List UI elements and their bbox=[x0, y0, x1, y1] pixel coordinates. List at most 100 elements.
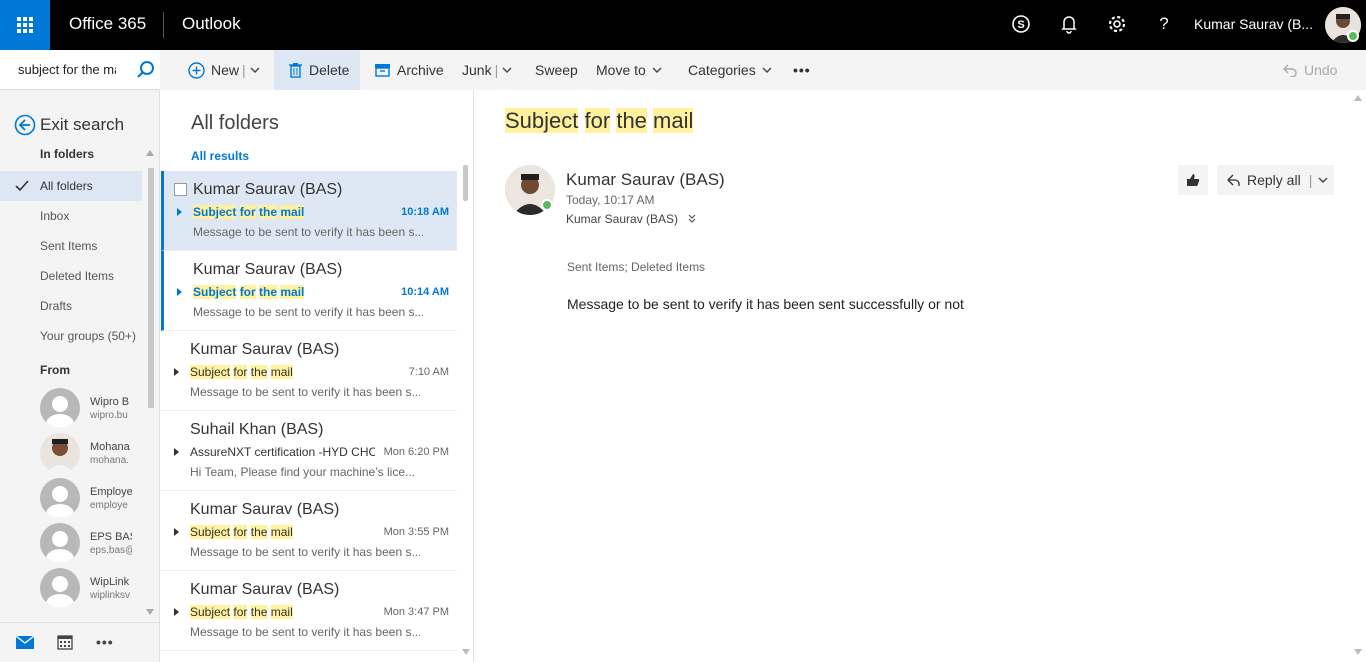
folder-your-groups[interactable]: Your groups (50+) bbox=[0, 321, 142, 351]
categories-label: Categories bbox=[688, 62, 756, 78]
folder-sent-items[interactable]: Sent Items bbox=[0, 231, 142, 261]
message-item[interactable]: Kumar Saurav (BAS) Subject for the mail … bbox=[161, 331, 457, 411]
categories-button[interactable]: Categories bbox=[688, 50, 778, 90]
reply-all-label: Reply all bbox=[1247, 172, 1301, 188]
message-sender: Kumar Saurav (BAS) bbox=[190, 501, 340, 518]
from-heading: From bbox=[40, 363, 70, 377]
scroll-up-icon[interactable] bbox=[146, 150, 154, 156]
more-modules-button[interactable]: ••• bbox=[96, 634, 114, 650]
archive-label: Archive bbox=[397, 62, 444, 78]
folder-all-folders[interactable]: All folders bbox=[0, 171, 142, 201]
user-name[interactable]: Kumar Saurav (B... bbox=[1194, 16, 1313, 32]
undo-label: Undo bbox=[1304, 62, 1338, 78]
sender-email: wipro.bu bbox=[90, 409, 128, 421]
sweep-button[interactable]: Sweep bbox=[535, 50, 578, 90]
message-subject: Subject for the mail bbox=[193, 285, 305, 299]
plus-circle-icon bbox=[188, 61, 205, 79]
reply-all-icon bbox=[1227, 174, 1240, 186]
message-subject: Subject for the mail bbox=[190, 605, 293, 619]
from-sender-item[interactable]: Mohana mohana. bbox=[40, 433, 132, 473]
scroll-down-icon[interactable] bbox=[146, 609, 154, 615]
message-item[interactable]: Kumar Saurav (BAS) Subject for the mail … bbox=[161, 171, 457, 251]
bell-icon[interactable] bbox=[1058, 13, 1080, 35]
top-bar: Office 365 Outlook S ? Kumar Saurav (B..… bbox=[0, 0, 1366, 50]
message-time: Mon 3:47 PM bbox=[383, 606, 449, 618]
email-from[interactable]: Kumar Saurav (BAS) bbox=[566, 170, 725, 190]
gear-icon[interactable] bbox=[1106, 13, 1128, 35]
from-sender-item[interactable]: WipLink wiplinksv bbox=[40, 568, 132, 608]
from-sender-item[interactable]: EPS BASeps.bas@ bbox=[40, 523, 132, 563]
undo-icon bbox=[1283, 64, 1297, 77]
expand-thread-icon[interactable] bbox=[174, 368, 179, 376]
archive-button[interactable]: Archive bbox=[374, 50, 444, 90]
email-subject: Subject for the mail bbox=[505, 108, 694, 133]
chevron-down-icon[interactable] bbox=[250, 65, 260, 75]
message-sender: Suhail Khan (BAS) bbox=[190, 421, 324, 438]
from-sender-item[interactable]: Wipro Bwipro.bu bbox=[40, 388, 132, 428]
list-title: All folders bbox=[191, 112, 279, 134]
expand-thread-icon[interactable] bbox=[174, 528, 179, 536]
help-icon[interactable]: ? bbox=[1153, 13, 1175, 35]
scroll-down-icon[interactable] bbox=[462, 649, 470, 655]
exit-search-button[interactable]: Exit search bbox=[14, 114, 124, 136]
expand-thread-icon[interactable] bbox=[177, 288, 182, 296]
chevron-down-icon bbox=[762, 67, 772, 73]
message-item[interactable]: Kumar Saurav (BAS) Subject for the mail … bbox=[161, 571, 457, 651]
app-name[interactable]: Outlook bbox=[182, 14, 241, 34]
message-time: 10:18 AM bbox=[401, 206, 449, 218]
move-to-button[interactable]: Move to bbox=[596, 50, 668, 90]
chevron-down-icon[interactable] bbox=[502, 65, 512, 75]
junk-label: Junk bbox=[462, 62, 492, 78]
message-item[interactable]: Kumar Saurav (BAS) Subject for the mail … bbox=[161, 491, 457, 571]
junk-button[interactable]: Junk | bbox=[462, 50, 518, 90]
waffle-icon bbox=[17, 17, 33, 33]
app-launcher-button[interactable] bbox=[0, 0, 50, 50]
message-list-scrollbar[interactable] bbox=[463, 165, 468, 201]
message-subject: AssureNXT certification -HYD CHC bbox=[190, 445, 375, 459]
from-sender-item[interactable]: Employe employe bbox=[40, 478, 132, 518]
message-item[interactable]: Kumar Saurav (BAS) Subject for the mail … bbox=[161, 251, 457, 331]
search-input[interactable] bbox=[18, 62, 116, 77]
sender-email: employe bbox=[90, 499, 128, 511]
select-checkbox[interactable] bbox=[174, 183, 187, 196]
sender-email: eps.bas@ bbox=[90, 544, 132, 556]
expand-thread-icon[interactable] bbox=[174, 608, 179, 616]
search-icon[interactable] bbox=[136, 60, 156, 80]
undo-button[interactable]: Undo bbox=[1283, 50, 1337, 90]
folder-deleted-items[interactable]: Deleted Items bbox=[0, 261, 142, 291]
expand-thread-icon[interactable] bbox=[174, 448, 179, 456]
message-time: 7:10 AM bbox=[408, 366, 449, 378]
thumbs-up-icon bbox=[1187, 174, 1200, 186]
sender-name: Employe bbox=[90, 485, 132, 498]
message-subject: Subject for the mail bbox=[190, 525, 293, 539]
folder-label: All folders bbox=[40, 179, 93, 193]
folder-pane-scrollbar[interactable] bbox=[148, 168, 154, 408]
sweep-label: Sweep bbox=[535, 62, 578, 78]
chevron-down-icon[interactable] bbox=[1318, 175, 1328, 185]
brand-link[interactable]: Office 365 bbox=[69, 14, 146, 34]
all-results-filter[interactable]: All results bbox=[191, 149, 249, 163]
sender-name: EPS BAS bbox=[90, 530, 132, 543]
calendar-icon[interactable] bbox=[57, 634, 73, 650]
new-button[interactable]: New | bbox=[188, 50, 266, 90]
message-sender: Kumar Saurav (BAS) bbox=[190, 581, 340, 598]
message-preview: Hi Team, Please find your machine’s lice… bbox=[190, 465, 415, 479]
sender-email: wiplinksv bbox=[90, 589, 131, 601]
reply-all-button[interactable]: Reply all | bbox=[1217, 165, 1334, 195]
separator: | bbox=[494, 62, 499, 78]
reading-pane-scrollbar[interactable] bbox=[1354, 95, 1362, 655]
expand-thread-icon[interactable] bbox=[177, 208, 182, 216]
more-commands-button[interactable]: ••• bbox=[793, 50, 811, 90]
email-recipients[interactable]: Kumar Saurav (BAS) bbox=[566, 212, 697, 226]
sender-name: WipLink bbox=[90, 575, 130, 588]
folder-inbox[interactable]: Inbox bbox=[0, 201, 142, 231]
message-item[interactable]: Suhail Khan (BAS) AssureNXT certificatio… bbox=[161, 411, 457, 491]
like-button[interactable] bbox=[1178, 165, 1208, 195]
skype-icon[interactable]: S bbox=[1010, 13, 1032, 35]
expand-recipients-icon[interactable] bbox=[687, 213, 697, 223]
mail-icon[interactable] bbox=[16, 636, 34, 649]
folder-drafts[interactable]: Drafts bbox=[0, 291, 142, 321]
in-folders-heading: In folders bbox=[40, 147, 95, 161]
message-time: 10:14 AM bbox=[401, 286, 449, 298]
delete-button[interactable]: Delete bbox=[274, 50, 360, 90]
